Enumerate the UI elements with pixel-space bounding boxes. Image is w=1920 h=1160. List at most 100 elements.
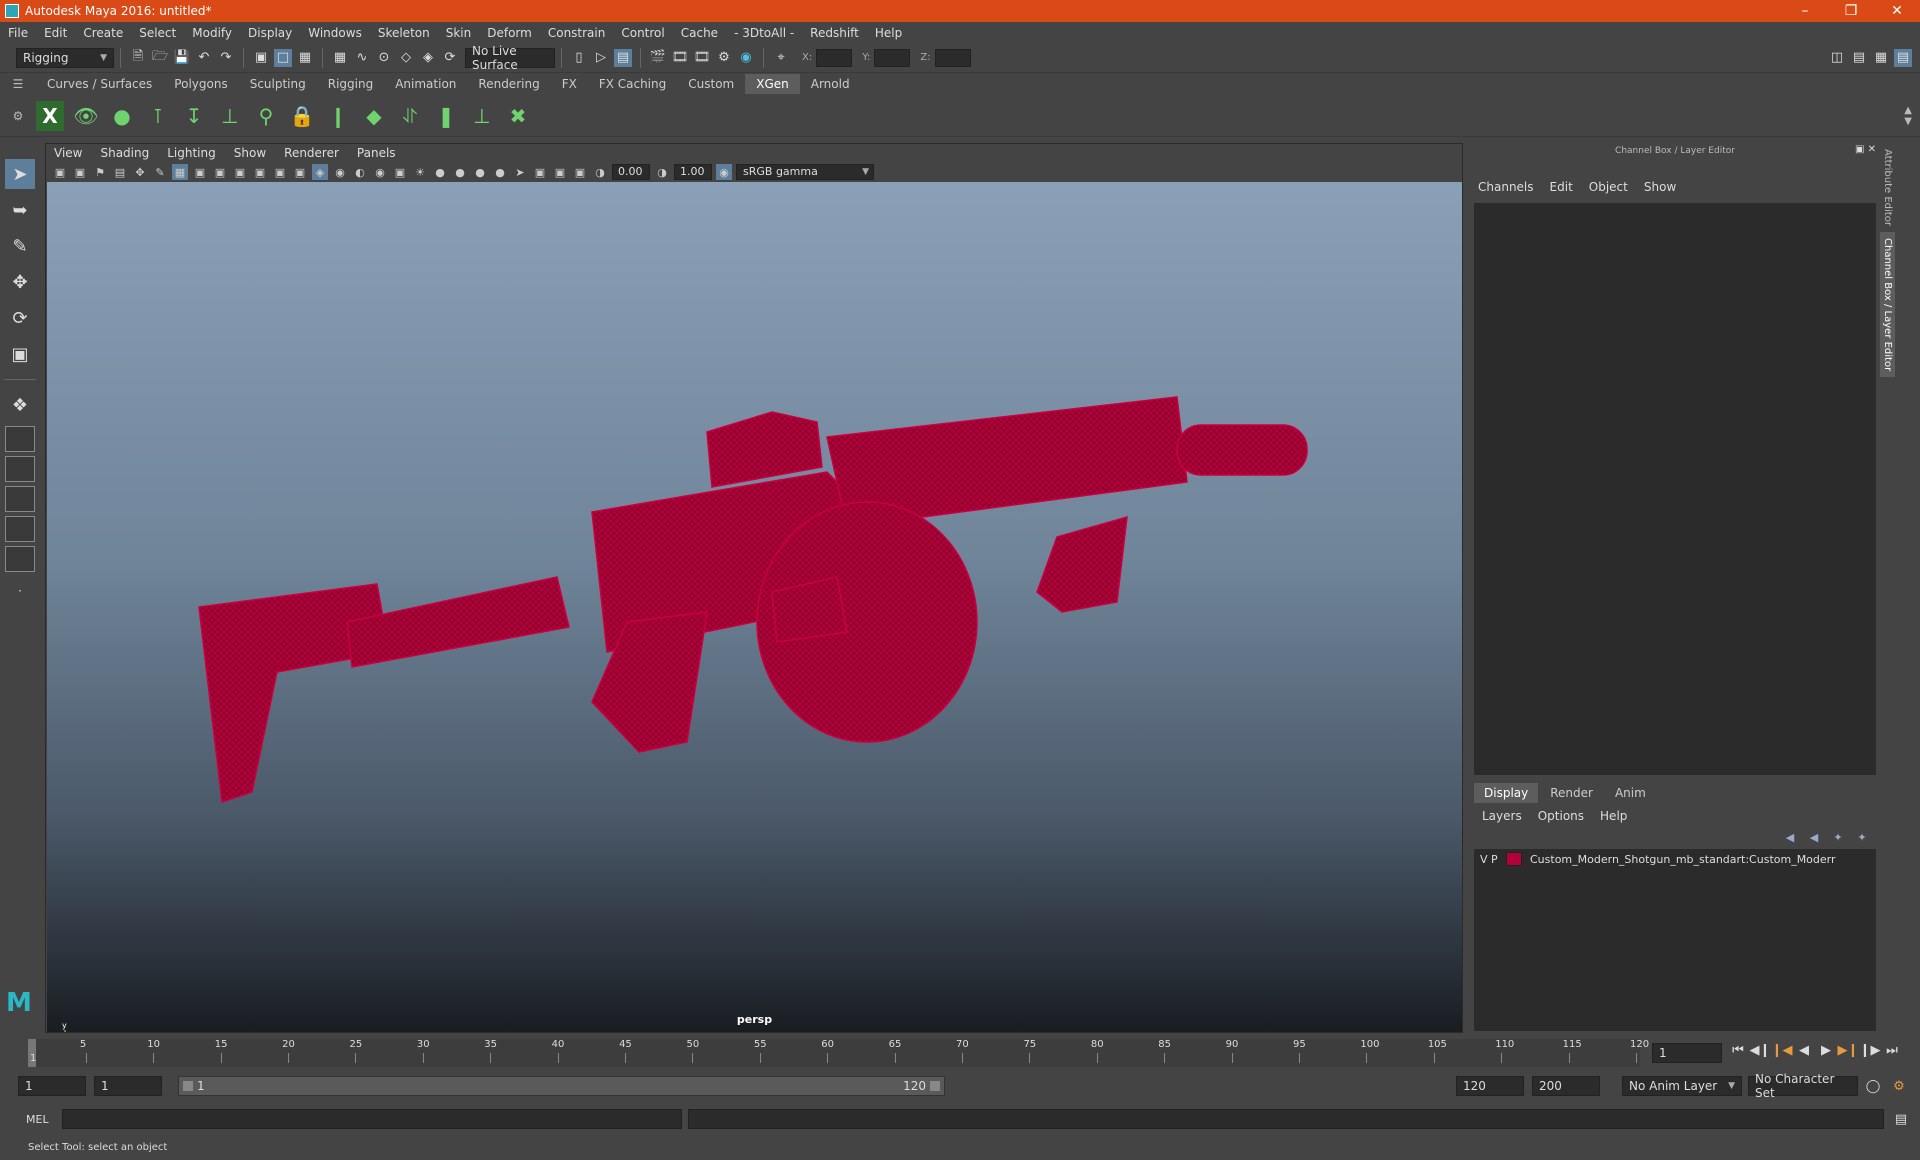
- menu-redshift[interactable]: Redshift: [810, 26, 859, 40]
- current-frame-field[interactable]: 1: [1652, 1043, 1722, 1063]
- script-editor-icon[interactable]: ▤: [1892, 1110, 1910, 1128]
- color-space-dropdown[interactable]: sRGB gamma ▼: [736, 164, 874, 180]
- snap-view-plane-icon[interactable]: ◇: [397, 49, 415, 67]
- image-plane-icon[interactable]: ▤: [112, 164, 128, 180]
- transform-mode-icon[interactable]: ⌖: [772, 49, 790, 67]
- menu-cache[interactable]: Cache: [681, 26, 718, 40]
- step-forward-key-icon[interactable]: ▶❙: [1837, 1043, 1859, 1058]
- tab-animation[interactable]: Animation: [384, 74, 467, 94]
- move-tool-icon[interactable]: ✥: [5, 267, 35, 297]
- lasso-tool-icon[interactable]: ➥: [5, 195, 35, 225]
- select-tool-icon[interactable]: ➤: [5, 159, 35, 189]
- shelf-scroll-icon[interactable]: ▲ ▼: [1904, 105, 1912, 127]
- select-object-icon[interactable]: □: [274, 48, 292, 67]
- minimize-icon[interactable]: –: [1782, 3, 1828, 19]
- time-slider-track[interactable]: 5 10 15 20 25 30 35 40 45 50 55 60 65 70 75 80 85 90 95 100…: [28, 1039, 1649, 1067]
- menu-constrain[interactable]: Constrain: [548, 26, 606, 40]
- render-settings-icon[interactable]: ⚙: [715, 49, 733, 67]
- motion-blur-icon[interactable]: ●: [472, 164, 488, 180]
- construction-history-icon[interactable]: ▤: [614, 48, 632, 67]
- rotate-tool-icon[interactable]: ⟳: [5, 303, 35, 333]
- lights-icon[interactable]: ☀: [412, 164, 428, 180]
- ipr-render-icon[interactable]: 🎞: [693, 49, 711, 67]
- grid-icon[interactable]: ▦: [172, 164, 188, 180]
- go-to-end-icon[interactable]: ⏭: [1881, 1043, 1903, 1058]
- sidebar-toggle-icon[interactable]: ◫: [1828, 49, 1846, 67]
- tab-polygons[interactable]: Polygons: [163, 74, 238, 94]
- xgen-preview-icon[interactable]: 👁: [72, 101, 100, 131]
- tab-sculpting[interactable]: Sculpting: [239, 74, 317, 94]
- xgen-lock-length-icon[interactable]: 🔒: [288, 101, 316, 131]
- animation-end-field[interactable]: 200: [1532, 1076, 1600, 1096]
- channel-box-toggle-icon[interactable]: ▤: [1894, 48, 1912, 67]
- channel-box-area[interactable]: [1474, 203, 1876, 775]
- camera-attributes-icon[interactable]: ▣: [72, 164, 88, 180]
- redo-icon[interactable]: ↷: [217, 49, 235, 67]
- shelf-settings-icon[interactable]: ⚙: [0, 105, 36, 127]
- tab-curves-surfaces[interactable]: Curves / Surfaces: [36, 74, 163, 94]
- tab-arnold[interactable]: Arnold: [800, 74, 861, 94]
- field-chart-icon[interactable]: ▣: [252, 164, 268, 180]
- playback-end-field[interactable]: 120: [1456, 1076, 1524, 1096]
- playback-start-field[interactable]: 1: [94, 1076, 162, 1096]
- tab-fx-caching[interactable]: FX Caching: [588, 74, 677, 94]
- layout-more-icon[interactable]: ⋅: [5, 576, 35, 606]
- le-menu-options[interactable]: Options: [1538, 809, 1584, 823]
- xray-joints-icon[interactable]: ▣: [552, 164, 568, 180]
- panel-float-close-icon[interactable]: ▣ ✕: [1855, 144, 1876, 155]
- live-surface-field[interactable]: No Live Surface: [465, 44, 555, 72]
- le-menu-layers[interactable]: Layers: [1482, 809, 1522, 823]
- gamma-icon[interactable]: ◑: [654, 164, 670, 180]
- xgen-add-guide-icon[interactable]: ↧: [180, 101, 208, 131]
- snap-point-icon[interactable]: ⊙: [375, 49, 393, 67]
- vp-menu-renderer[interactable]: Renderer: [284, 146, 339, 160]
- xgen-rebuild-icon[interactable]: ⥯: [396, 101, 424, 131]
- snap-grid-icon[interactable]: ▦: [331, 49, 349, 67]
- vp-menu-show[interactable]: Show: [234, 146, 266, 160]
- xgen-cut-icon[interactable]: ⊥: [468, 101, 496, 131]
- bookmark-icon[interactable]: ⚑: [92, 164, 108, 180]
- xgen-description-icon[interactable]: ●: [108, 101, 136, 131]
- textured-icon[interactable]: ▣: [392, 164, 408, 180]
- exposure-icon[interactable]: ◑: [592, 164, 608, 180]
- new-layer-icon[interactable]: ✦: [1828, 831, 1848, 845]
- step-forward-icon[interactable]: ❙▶: [1859, 1043, 1881, 1058]
- new-layer-from-selected-icon[interactable]: ✦: [1852, 831, 1872, 845]
- ambient-occlusion-icon[interactable]: ●: [452, 164, 468, 180]
- scale-tool-icon[interactable]: ▣: [5, 339, 35, 369]
- 2d-pan-zoom-icon[interactable]: ✥: [132, 164, 148, 180]
- vp-menu-view[interactable]: View: [54, 146, 82, 160]
- tab-fx[interactable]: FX: [551, 74, 588, 94]
- menu-skin[interactable]: Skin: [446, 26, 472, 40]
- command-language-label[interactable]: MEL: [0, 1113, 60, 1126]
- layer-color-swatch[interactable]: [1506, 852, 1522, 866]
- character-set-dropdown[interactable]: No Character Set: [1748, 1072, 1858, 1100]
- last-tool-icon[interactable]: ❖: [5, 390, 35, 420]
- safe-action-icon[interactable]: ▣: [272, 164, 288, 180]
- anti-aliasing-icon[interactable]: ●: [492, 164, 508, 180]
- cb-menu-object[interactable]: Object: [1589, 180, 1628, 194]
- menu-select[interactable]: Select: [139, 26, 176, 40]
- layout-hypershade-icon[interactable]: [5, 546, 35, 572]
- select-component-icon[interactable]: ▦: [296, 49, 314, 67]
- command-input[interactable]: [62, 1109, 682, 1129]
- menu-skeleton[interactable]: Skeleton: [378, 26, 430, 40]
- menu-modify[interactable]: Modify: [192, 26, 232, 40]
- xgen-delete-icon[interactable]: ✖: [504, 101, 532, 131]
- tab-attribute-editor[interactable]: Attribute Editor: [1880, 143, 1895, 232]
- cb-menu-show[interactable]: Show: [1644, 180, 1676, 194]
- wireframe-icon[interactable]: ◈: [312, 164, 328, 180]
- smooth-shade-icon[interactable]: ◉: [332, 164, 348, 180]
- input-ops-icon[interactable]: ▯: [570, 49, 588, 67]
- menu-3dtoall[interactable]: - 3DtoAll -: [734, 26, 794, 40]
- grease-pencil-icon[interactable]: ✎: [152, 164, 168, 180]
- range-end-handle[interactable]: [930, 1081, 940, 1091]
- xray-components-icon[interactable]: ▣: [572, 164, 588, 180]
- tab-display[interactable]: Display: [1474, 783, 1539, 803]
- menu-file[interactable]: File: [8, 26, 28, 40]
- cb-menu-channels[interactable]: Channels: [1478, 180, 1534, 194]
- restore-icon[interactable]: ❐: [1828, 3, 1874, 19]
- undo-icon[interactable]: ↶: [195, 49, 213, 67]
- menuset-dropdown[interactable]: Rigging ▼: [16, 47, 114, 68]
- attribute-editor-toggle-icon[interactable]: ▤: [1850, 49, 1868, 67]
